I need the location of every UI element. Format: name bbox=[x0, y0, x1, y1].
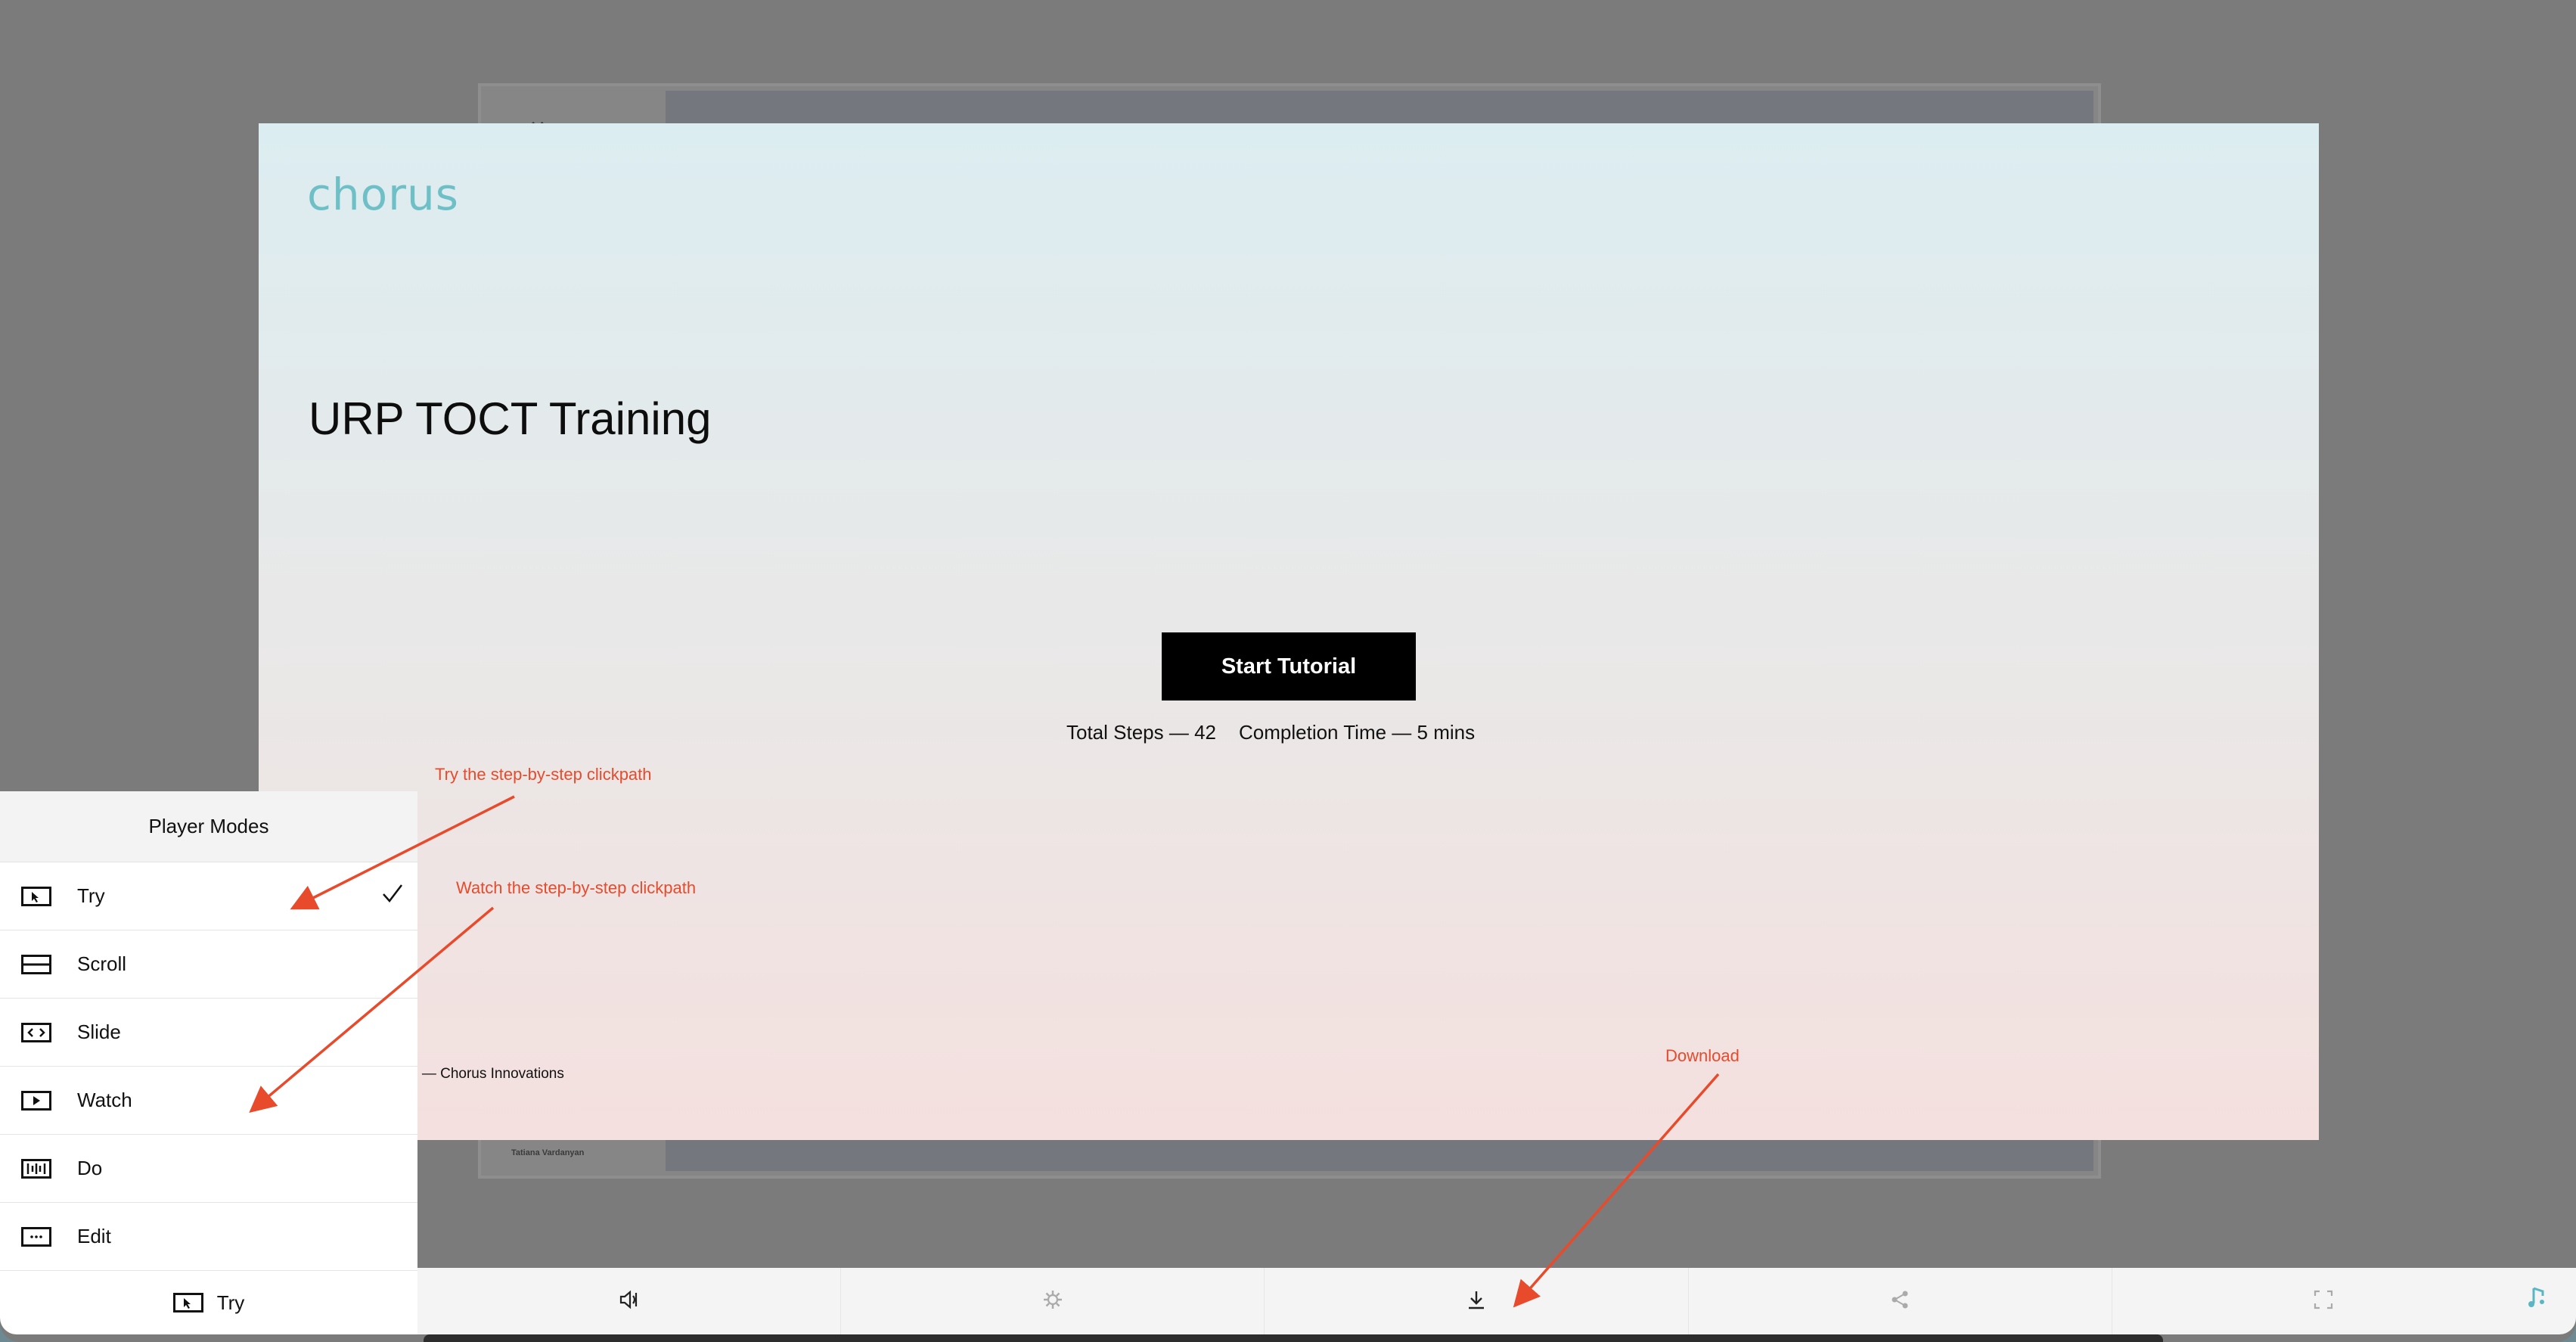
annotation-watch: Watch the step-by-step clickpath bbox=[456, 878, 697, 897]
annotation-try: Try the step-by-step clickpath bbox=[435, 765, 652, 784]
checkmark-icon bbox=[381, 882, 404, 910]
share-icon bbox=[1889, 1288, 1911, 1315]
bottom-edge bbox=[424, 1334, 2163, 1342]
mode-item-do[interactable]: Do bbox=[0, 1135, 417, 1203]
app-frame: ✕ Tatiana Vardanyan chorus URP TOCT Trai… bbox=[0, 0, 2576, 1342]
download-icon bbox=[1465, 1288, 1488, 1315]
background-author: Tatiana Vardanyan bbox=[511, 1148, 585, 1157]
do-icon bbox=[21, 1158, 51, 1179]
edit-icon bbox=[21, 1226, 51, 1247]
current-mode-button[interactable]: Try bbox=[0, 1271, 417, 1334]
settings-button[interactable] bbox=[841, 1268, 1265, 1334]
mode-item-try[interactable]: Try bbox=[0, 862, 417, 930]
watch-icon bbox=[21, 1090, 51, 1111]
mode-label: Scroll bbox=[77, 952, 127, 975]
player-modes-header: Player Modes bbox=[0, 791, 417, 862]
start-tutorial-button[interactable]: Start Tutorial bbox=[1162, 632, 1416, 701]
mode-label: Try bbox=[77, 884, 105, 907]
copyright-text: 5 — Chorus Innovations bbox=[410, 1066, 564, 1082]
mode-item-edit[interactable]: Edit bbox=[0, 1203, 417, 1271]
fullscreen-button[interactable] bbox=[2112, 1268, 2535, 1334]
fullscreen-icon bbox=[2312, 1288, 2335, 1315]
settings-icon bbox=[1041, 1288, 1064, 1315]
chorus-brand-icon bbox=[2526, 1285, 2549, 1317]
tutorial-title: URP TOCT Training bbox=[309, 393, 712, 444]
completion-time: Completion Time — 5 mins bbox=[1239, 721, 1476, 744]
try-icon bbox=[172, 1293, 203, 1312]
player-toolbar bbox=[417, 1268, 2535, 1334]
mode-item-slide[interactable]: Slide bbox=[0, 999, 417, 1067]
volume-button[interactable] bbox=[417, 1268, 842, 1334]
download-button[interactable] bbox=[1265, 1268, 1689, 1334]
tutorial-cover-card: chorus URP TOCT Training Start Tutorial … bbox=[259, 123, 2319, 1140]
slide-icon bbox=[21, 1022, 51, 1042]
player-modes-menu: Player Modes Try Scroll Slide Watch Do E… bbox=[0, 791, 417, 1334]
current-mode-label: Try bbox=[216, 1291, 245, 1314]
volume-icon bbox=[618, 1288, 641, 1315]
share-button[interactable] bbox=[1689, 1268, 2112, 1334]
total-steps: Total Steps — 42 bbox=[1066, 721, 1216, 744]
mode-label: Edit bbox=[77, 1225, 111, 1247]
mode-item-scroll[interactable]: Scroll bbox=[0, 930, 417, 999]
try-icon bbox=[21, 886, 51, 906]
mode-label: Do bbox=[77, 1157, 103, 1179]
mode-item-watch[interactable]: Watch bbox=[0, 1067, 417, 1135]
scroll-icon bbox=[21, 954, 51, 974]
chorus-logo: chorus bbox=[307, 169, 459, 220]
mode-label: Slide bbox=[77, 1020, 121, 1043]
mode-label: Watch bbox=[77, 1089, 132, 1111]
chorus-brand-button[interactable] bbox=[2499, 1268, 2576, 1334]
tutorial-meta: Total Steps — 42 Completion Time — 5 mins bbox=[1066, 721, 1520, 744]
annotation-download: Download bbox=[1665, 1046, 1740, 1065]
